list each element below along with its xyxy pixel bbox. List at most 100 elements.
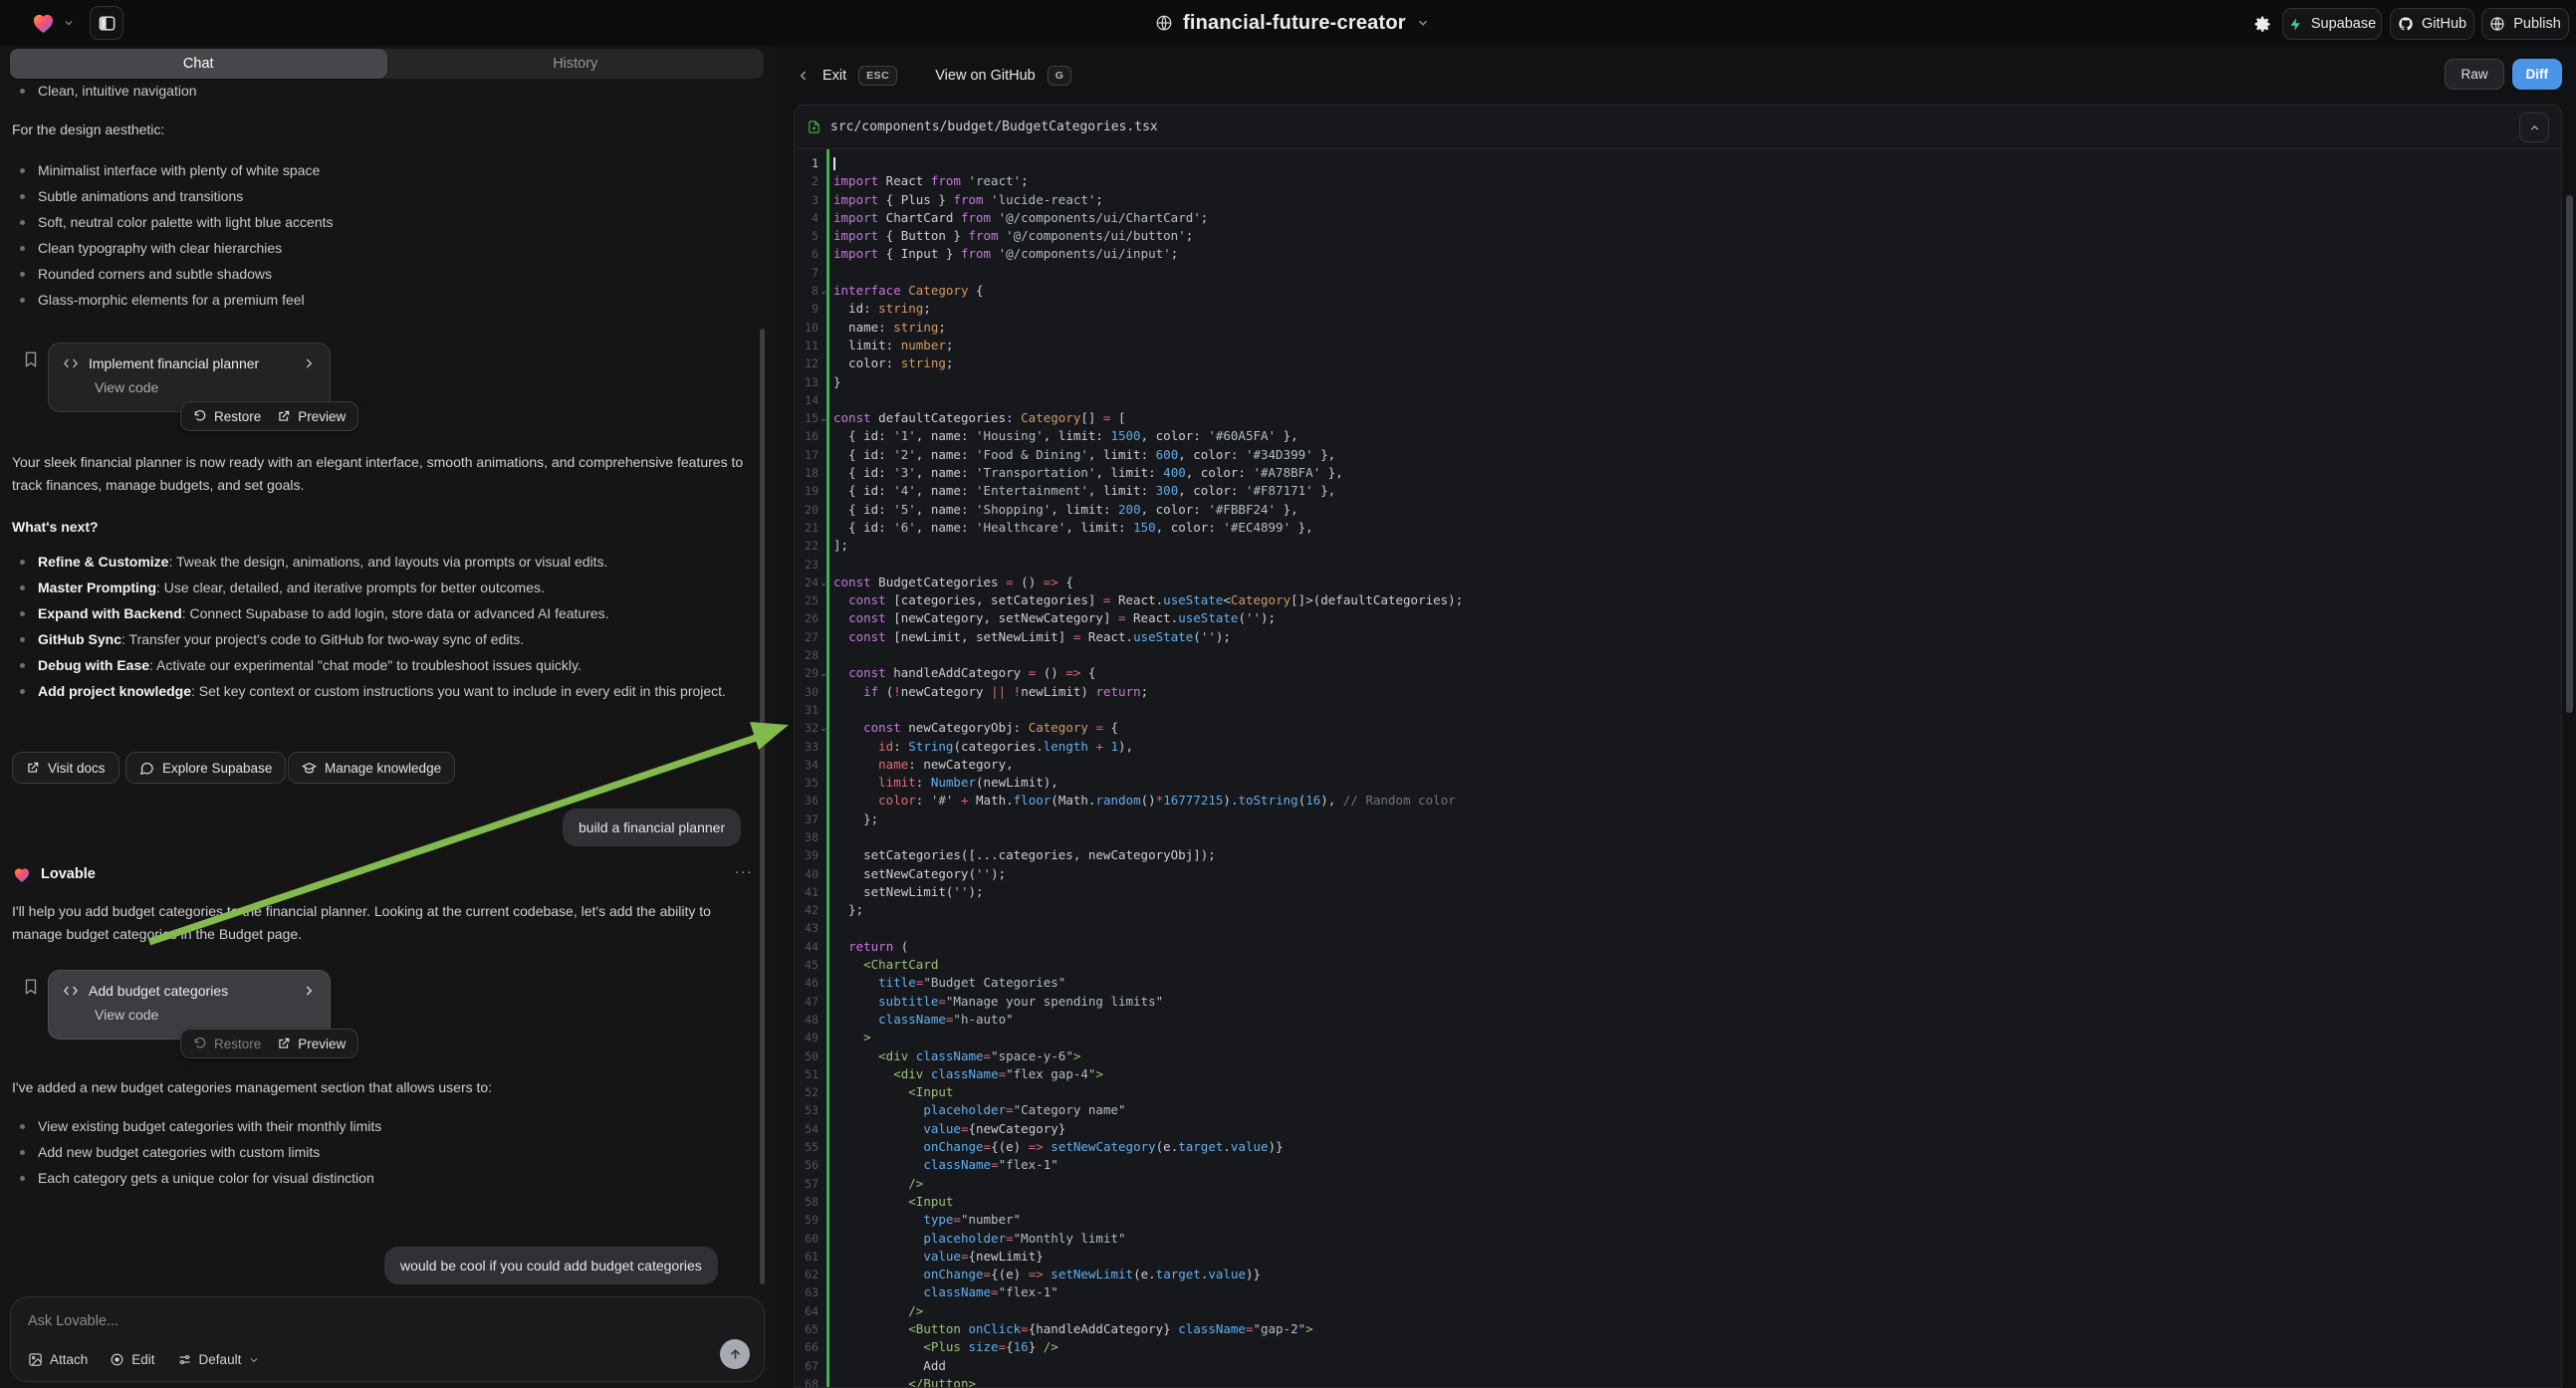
chevron-right-icon[interactable] xyxy=(302,356,316,370)
publish-globe-icon xyxy=(2489,16,2505,32)
fold-chevron-icon[interactable]: ⌄ xyxy=(819,719,828,737)
code-line: 28 xyxy=(795,646,2561,664)
explore-supabase-button[interactable]: Explore Supabase xyxy=(125,752,286,784)
preview-button[interactable]: Preview xyxy=(277,409,346,424)
code-line: 10 name: string; xyxy=(795,319,2561,337)
code-line: 24⌄const BudgetCategories = () => { xyxy=(795,574,2561,591)
code-line: 21 { id: '6', name: 'Healthcare', limit:… xyxy=(795,519,2561,537)
fold-chevron-icon[interactable]: ⌄ xyxy=(819,574,828,591)
line-number: 36 xyxy=(795,792,819,810)
collapse-file-button[interactable] xyxy=(2519,113,2549,142)
exit-button[interactable]: Exit xyxy=(822,68,846,84)
line-number: 54 xyxy=(795,1120,819,1138)
send-button[interactable] xyxy=(720,1339,750,1369)
line-number: 12 xyxy=(795,354,819,372)
code-line: 61 value={newLimit} xyxy=(795,1248,2561,1266)
fold-chevron-icon[interactable]: ⌄ xyxy=(819,664,828,682)
code-scrollbar[interactable] xyxy=(2566,195,2573,713)
restore-button[interactable]: Restore xyxy=(193,409,261,424)
chevron-right-icon[interactable] xyxy=(302,984,316,998)
globe-icon xyxy=(1155,14,1173,32)
line-number: 25 xyxy=(795,591,819,609)
app-window: financial-future-creator Supabase xyxy=(0,0,2576,1388)
code-text: name: string; xyxy=(833,319,946,337)
fold-chevron-icon[interactable]: ⌄ xyxy=(819,409,828,427)
bookmark-icon[interactable] xyxy=(22,978,40,996)
code-text: { id: '2', name: 'Food & Dining', limit:… xyxy=(833,446,1335,464)
code-text: > xyxy=(833,1029,871,1046)
list-item: View existing budget categories with the… xyxy=(0,1113,757,1139)
ready-paragraph: Your sleek financial planner is now read… xyxy=(12,451,751,497)
code-line: 67 Add xyxy=(795,1357,2561,1375)
code-line: 55 onChange={(e) => setNewCategory(e.tar… xyxy=(795,1138,2561,1156)
prompt-input-box[interactable]: Ask Lovable... Attach Edit xyxy=(10,1296,765,1382)
chat-scrollbar[interactable] xyxy=(760,329,765,1284)
code-line: 1 xyxy=(795,154,2561,172)
code-line: 18 { id: '3', name: 'Transportation', li… xyxy=(795,464,2561,482)
code-text: placeholder="Category name" xyxy=(833,1101,1126,1119)
attach-button[interactable]: Attach xyxy=(28,1352,88,1367)
list-item: Debug with Ease: Activate our experiment… xyxy=(0,652,762,678)
preview-button[interactable]: Preview xyxy=(277,1037,346,1051)
supabase-button[interactable]: Supabase xyxy=(2282,8,2382,40)
diff-toggle-button[interactable]: Diff xyxy=(2512,59,2563,90)
back-chevron-icon[interactable] xyxy=(797,69,811,83)
bookmark-icon[interactable] xyxy=(22,350,40,368)
line-number: 52 xyxy=(795,1083,819,1101)
code-line: 20 { id: '5', name: 'Shopping', limit: 2… xyxy=(795,501,2561,519)
code-line: 12 color: string; xyxy=(795,354,2561,372)
edit-mode-button[interactable]: Edit xyxy=(110,1352,154,1367)
code-line: 34 name: newCategory, xyxy=(795,756,2561,774)
lovable-logo-icon[interactable] xyxy=(30,9,57,36)
view-code-link[interactable]: View code xyxy=(95,1007,316,1023)
line-number: 17 xyxy=(795,446,819,464)
list-item: Refine & Customize: Tweak the design, an… xyxy=(0,549,762,575)
whats-next-list: Refine & Customize: Tweak the design, an… xyxy=(0,549,762,704)
code-line: 50 <div className="space-y-6"> xyxy=(795,1047,2561,1065)
code-text: } xyxy=(833,373,841,391)
chat-scroll-area[interactable]: Clean, intuitive navigation For the desi… xyxy=(0,46,775,1388)
code-text xyxy=(833,154,835,172)
code-editor[interactable]: 12import React from 'react';3import { Pl… xyxy=(795,149,2561,1388)
chat-panel: Chat History Clean, intuitive navigation… xyxy=(0,46,775,1388)
code-viewer-header: Exit ESC View on GitHub G Raw Diff xyxy=(775,46,2576,105)
line-number: 45 xyxy=(795,956,819,974)
code-text: className="h-auto" xyxy=(833,1011,1014,1029)
github-button[interactable]: GitHub xyxy=(2390,8,2474,40)
project-switcher[interactable]: financial-future-creator xyxy=(1155,0,1430,46)
mode-selector[interactable]: Default xyxy=(177,1352,261,1367)
gear-icon xyxy=(2253,15,2272,34)
code-line: 27 const [newLimit, setNewLimit] = React… xyxy=(795,628,2561,646)
code-line: 58 <Input xyxy=(795,1193,2561,1211)
view-on-github-button[interactable]: View on GitHub xyxy=(935,68,1035,84)
code-line: 5import { Button } from '@/components/ui… xyxy=(795,227,2561,245)
sidebar-toggle-button[interactable] xyxy=(90,6,123,40)
list-item: Soft, neutral color palette with light b… xyxy=(0,209,757,235)
g-key-badge: G xyxy=(1048,66,1072,86)
file-path-bar[interactable]: src/components/budget/BudgetCategories.t… xyxy=(795,106,2561,149)
code-text: /> xyxy=(833,1175,923,1193)
line-number: 49 xyxy=(795,1029,819,1046)
publish-button[interactable]: Publish xyxy=(2481,8,2569,40)
fold-chevron-icon[interactable]: ⌄ xyxy=(819,282,828,300)
top-bar: financial-future-creator Supabase xyxy=(0,0,2576,46)
code-brackets-icon xyxy=(63,983,79,999)
logo-chevron-down-icon[interactable] xyxy=(63,17,75,29)
code-line: 59 type="number" xyxy=(795,1211,2561,1229)
raw-toggle-button[interactable]: Raw xyxy=(2445,59,2503,90)
restore-button[interactable]: Restore xyxy=(193,1037,261,1051)
code-line: 30 if (!newCategory || !newLimit) return… xyxy=(795,683,2561,701)
line-number: 67 xyxy=(795,1357,819,1375)
code-line: 15⌄const defaultCategories: Category[] =… xyxy=(795,409,2561,427)
restore-icon xyxy=(193,409,207,423)
code-text: { id: '5', name: 'Shopping', limit: 200,… xyxy=(833,501,1298,519)
line-number: 63 xyxy=(795,1283,819,1301)
visit-docs-button[interactable]: Visit docs xyxy=(12,752,119,784)
settings-button[interactable] xyxy=(2245,8,2279,40)
more-menu-button[interactable]: ... xyxy=(735,860,754,877)
manage-knowledge-button[interactable]: Manage knowledge xyxy=(288,752,455,784)
line-number: 58 xyxy=(795,1193,819,1211)
view-code-link[interactable]: View code xyxy=(95,379,316,395)
code-text: import { Button } from '@/components/ui/… xyxy=(833,227,1193,245)
code-line: 31 xyxy=(795,701,2561,719)
